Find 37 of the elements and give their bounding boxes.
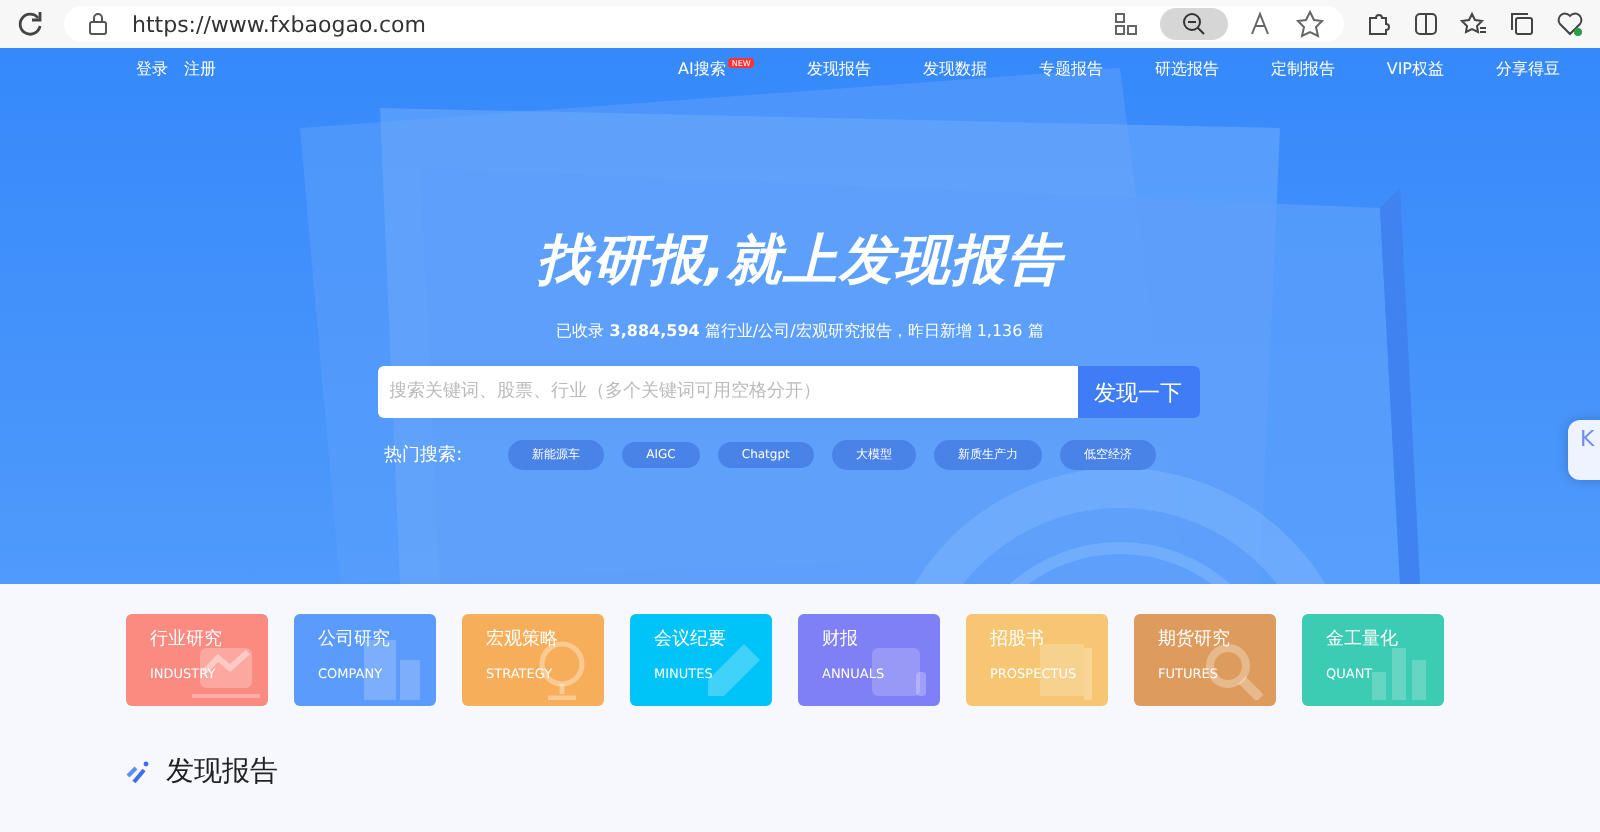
category-title: 公司研究 — [318, 627, 392, 652]
search-button[interactable]: 发现一下 — [1077, 366, 1199, 418]
auth-link[interactable]: 注册 — [184, 57, 216, 79]
nav-link[interactable]: 专题报告 — [1038, 57, 1103, 79]
search-field[interactable]: 搜索关键词、股票、行业（多个关键词可用空格分开） — [377, 366, 1077, 418]
star-icon[interactable] — [1296, 10, 1324, 38]
hot-search-label: 热门搜索: — [384, 443, 463, 468]
collections-icon[interactable] — [1508, 10, 1536, 38]
nav-link[interactable]: 定制报告 — [1270, 57, 1335, 79]
sparkle-icon — [126, 760, 150, 784]
zoom-out-icon[interactable] — [1160, 8, 1228, 40]
nav-link[interactable]: 分享得豆 — [1496, 57, 1560, 79]
nav-link[interactable]: 研选报告 — [1154, 57, 1219, 79]
url-text: https://www.fxbaogao.com — [132, 11, 428, 37]
auth-link[interactable]: 登录 — [136, 57, 168, 79]
reload-icon[interactable] — [16, 10, 44, 38]
grid-icon[interactable] — [1112, 10, 1140, 38]
category-title: 财报 — [822, 627, 860, 652]
category-title: 期货研究 — [1158, 627, 1232, 652]
extension-icon[interactable] — [1364, 10, 1392, 38]
category-title: 宏观策略 — [486, 627, 560, 652]
hero-title: 找研报,就上发现报告 — [536, 228, 1064, 296]
category-title: 金工量化 — [1326, 627, 1400, 652]
side-widget[interactable]: K — [1568, 420, 1600, 480]
lock-icon[interactable] — [84, 10, 112, 38]
category-title: 行业研究 — [150, 627, 224, 652]
category-title: 招股书 — [990, 627, 1046, 652]
category-title: 会议纪要 — [654, 627, 728, 652]
section-title: 发现报告 — [166, 754, 278, 790]
nav-link[interactable]: 发现报告 — [806, 57, 871, 79]
split-screen-icon[interactable] — [1412, 10, 1440, 38]
favorites-icon[interactable] — [1460, 10, 1488, 38]
heart-icon[interactable] — [1556, 10, 1584, 38]
nav-link[interactable]: 发现数据 — [922, 57, 987, 79]
address-bar[interactable]: https://www.fxbaogao.com — [64, 6, 1344, 42]
nav-link[interactable]: VIP权益 — [1386, 57, 1444, 79]
hero-subtitle: 已收录 3,884,594 篇行业/公司/宏观研究报告，昨日新增 1,136 篇 — [556, 320, 1044, 342]
